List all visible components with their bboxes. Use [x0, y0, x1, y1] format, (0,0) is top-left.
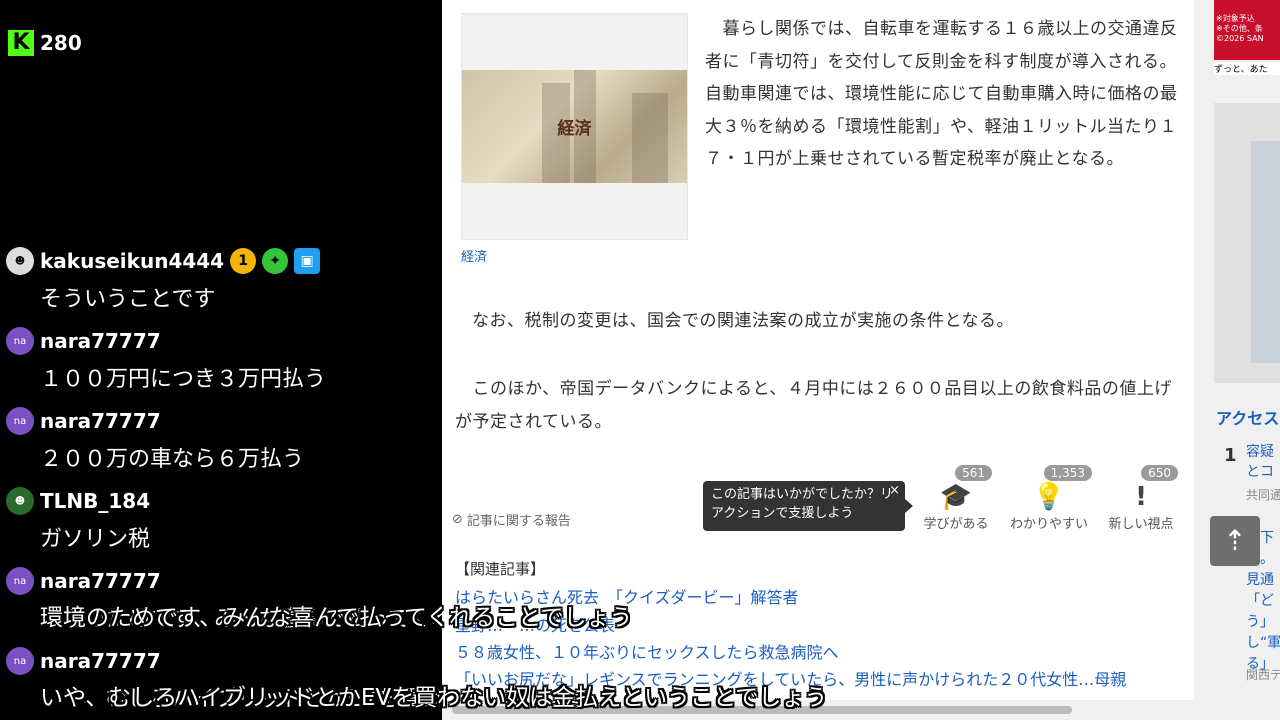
ad-tagline: ずっと、あた	[1214, 62, 1280, 75]
avatar: na	[6, 407, 34, 435]
lightbulb-icon: 💡	[1032, 482, 1066, 512]
reaction-label: 学びがある	[923, 517, 989, 532]
right-rail: ※対象予込 ※その他、条 ©2026 SAN ずっと、あた アクセス 1 容疑 …	[1194, 0, 1280, 720]
thumbnail-label: 経済	[557, 119, 592, 139]
close-icon[interactable]: ×	[889, 481, 900, 500]
avatar: ☻	[6, 247, 34, 275]
report-label: 記事に関する報告	[466, 514, 571, 529]
chat-message: ☻ kakuseikun4444 1 ✦ ▣ そういうことです	[6, 247, 321, 313]
reaction-count: 1,353	[1043, 465, 1092, 481]
rank-item-link[interactable]: 容疑 とコ	[1246, 442, 1280, 482]
chat-text: １００万円につき３万円払う	[40, 367, 327, 392]
chat-message: na nara77777 ２００万の車なら６万払う	[6, 407, 304, 473]
rank-source: 共同通	[1246, 488, 1280, 502]
badge-icon: ▣	[294, 248, 321, 274]
graduation-cap-icon: 🎓	[939, 482, 973, 512]
thumbnail-caption[interactable]: 経済	[461, 246, 487, 265]
chat-username[interactable]: kakuseikun4444	[40, 249, 224, 273]
reaction-clear[interactable]: 1,353 💡 わかりやすい	[1006, 462, 1092, 532]
article-paragraph: このほか、帝国データバンクによると、４月中には２６００品目以上の飲食料品の値上げ…	[455, 379, 1172, 432]
badge-icon: 1	[230, 248, 257, 274]
tooltip-text: この記事はいかがでしたか？リアクションで支援しよう	[711, 487, 894, 521]
avatar: ☻	[6, 487, 34, 515]
ad-banner[interactable]: ※対象予込 ※その他、条 ©2026 SAN	[1214, 0, 1280, 60]
avatar: na	[6, 647, 34, 675]
badge-icon: ✦	[262, 248, 289, 274]
viewer-count: 280	[40, 31, 82, 55]
chat-message: ☻ TLNB_184 ガソリン税	[6, 487, 150, 553]
report-link[interactable]: ⊘ 記事に関する報告	[452, 510, 571, 529]
chat-username[interactable]: nara77777	[40, 329, 161, 353]
chat-text: ガソリン税	[40, 527, 151, 552]
viewer-counter: K 280	[8, 30, 82, 56]
back-to-top-button[interactable]: ⇡	[1210, 516, 1260, 566]
avatar: na	[6, 567, 34, 595]
rank-number: 1	[1224, 445, 1237, 466]
thumbnail-image: 経済	[462, 70, 687, 183]
avatar: na	[6, 327, 34, 355]
ad-line: ※対象予込	[1216, 14, 1255, 23]
related-heading: 【関連記事】	[455, 560, 546, 578]
subtitle-line: いや、むしろハイブリッドとかEVを買わない奴は金払えということでしょう	[40, 685, 828, 711]
ad-line: ※その他、条	[1216, 24, 1263, 33]
reaction-count: 650	[1141, 465, 1178, 481]
ad-line: ©2026 SAN	[1216, 34, 1264, 43]
report-icon: ⊘	[452, 512, 463, 527]
chat-username[interactable]: nara77777	[40, 649, 161, 673]
article-page: 経済 経済 暮らし関係では、自転車を運転する１６歳以上の交通違反者に「青切符」を…	[442, 0, 1194, 700]
article-thumbnail[interactable]: 経済	[461, 13, 688, 240]
ad-image[interactable]	[1214, 103, 1280, 383]
chat-message: na nara77777 １００万円につき３万円払う	[6, 327, 326, 393]
chat-username[interactable]: TLNB_184	[40, 489, 150, 513]
reaction-count: 561	[955, 465, 992, 481]
subtitle-line: 環境のためです、みんな喜んで払ってくれることでしょう	[40, 605, 633, 631]
chat-username[interactable]: nara77777	[40, 569, 161, 593]
reaction-tooltip: この記事はいかがでしたか？リアクションで支援しよう ×	[703, 481, 913, 531]
article-paragraph: なお、税制の変更は、国会での関連法案の成立が実施の条件となる。	[472, 311, 1014, 331]
arrow-up-icon: ⇡	[1223, 524, 1247, 557]
reaction-label: わかりやすい	[1009, 517, 1088, 532]
related-link[interactable]: ５８歳女性、１０年ぶりにセックスしたら救急病院へ	[455, 639, 839, 663]
chat-text: ２００万の車なら６万払う	[40, 447, 305, 472]
kick-logo: K	[8, 30, 34, 56]
chat-text: そういうことです	[40, 287, 216, 312]
rank-source: 関西テ	[1246, 668, 1280, 682]
chat-username[interactable]: nara77777	[40, 409, 161, 433]
article-paragraph: 暮らし関係では、自転車を運転する１６歳以上の交通違反者に「青切符」を交付して反則…	[705, 19, 1178, 169]
reaction-learn[interactable]: 561 🎓 学びがある	[920, 462, 992, 532]
access-ranking-title: アクセス	[1216, 409, 1280, 428]
reaction-label: 新しい視点	[1108, 517, 1174, 532]
reaction-new-view[interactable]: 650 ! 新しい視点	[1104, 462, 1178, 532]
exclamation-icon: !	[1135, 482, 1147, 512]
